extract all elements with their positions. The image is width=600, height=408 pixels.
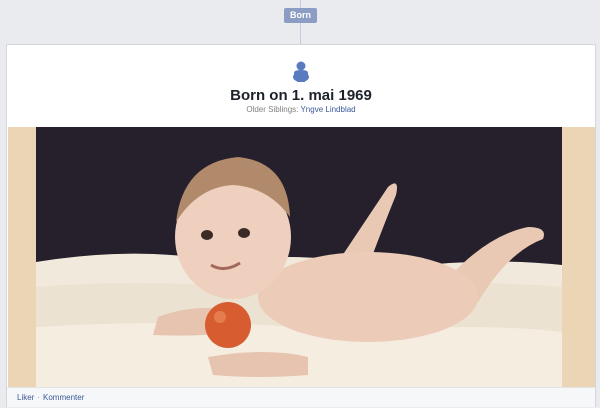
baby-icon — [293, 61, 309, 82]
like-link[interactable]: Liker — [17, 393, 34, 402]
life-event-card: Born on 1. mai 1969 Older Siblings: Yngv… — [6, 44, 596, 407]
timeline-badge[interactable]: Born — [284, 8, 317, 23]
siblings-line: Older Siblings: Yngve Lindblad — [7, 105, 595, 114]
action-separator: · — [37, 393, 41, 402]
baby-photo-image — [8, 127, 595, 387]
siblings-label: Older Siblings: — [246, 105, 299, 114]
card-actions: Liker · Kommenter — [7, 387, 595, 407]
event-photo[interactable] — [8, 127, 595, 387]
comment-link[interactable]: Kommenter — [43, 393, 84, 402]
sibling-link[interactable]: Yngve Lindblad — [300, 105, 355, 114]
event-title: Born on 1. mai 1969 — [230, 87, 372, 104]
